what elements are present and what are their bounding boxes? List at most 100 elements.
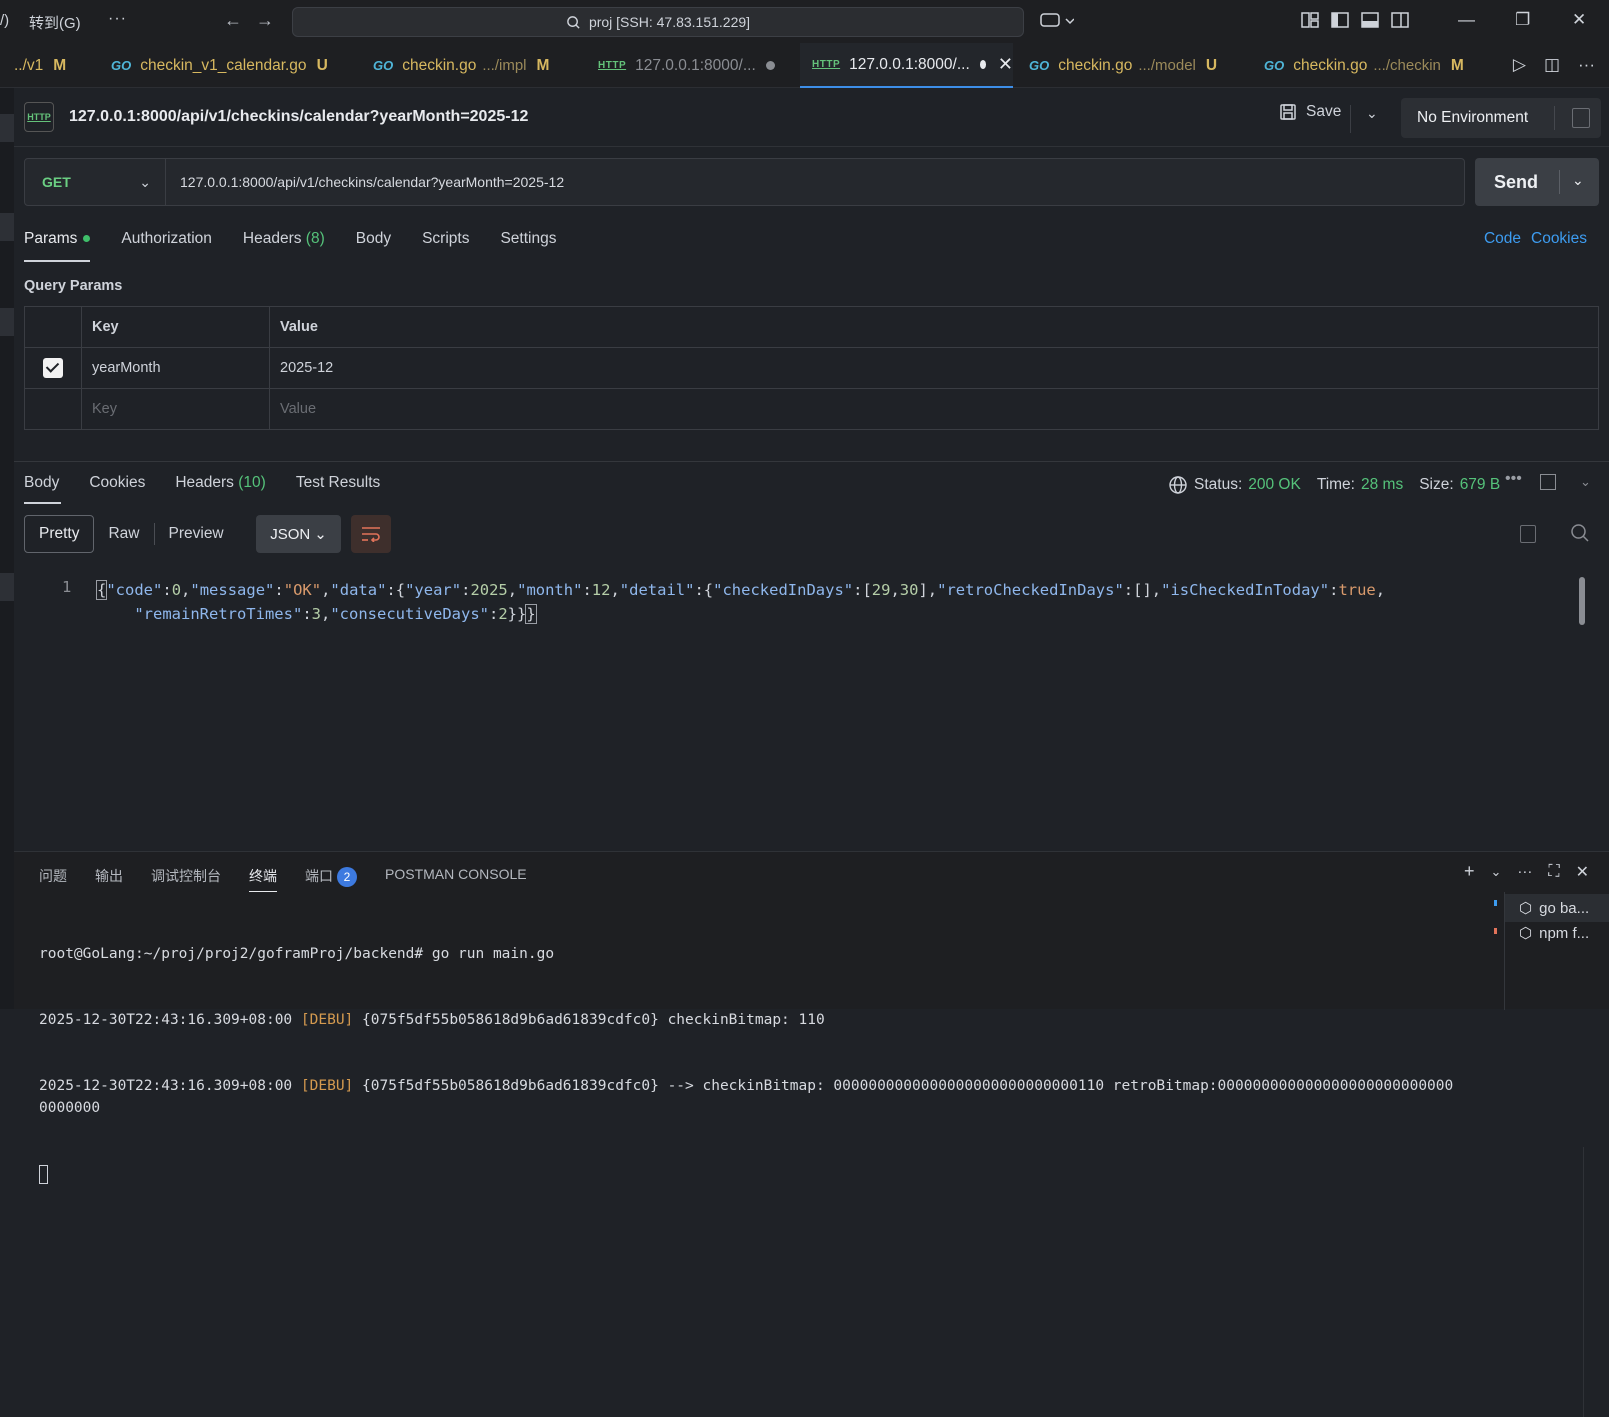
url-input[interactable]: 127.0.0.1:8000/api/v1/checkins/calendar?… [180,174,564,190]
tab-checkin-model[interactable]: GO checkin.go .../model U [1029,43,1217,88]
search-icon[interactable] [1570,523,1590,543]
terminal-item-npm[interactable]: ⬡ npm f... [1519,924,1590,943]
toggle-primary-sidebar-icon[interactable] [1330,10,1350,30]
request-title[interactable]: 127.0.0.1:8000/api/v1/checkins/calendar?… [69,108,528,126]
tab-headers[interactable]: Headers (8) [243,222,325,258]
tab-test-results[interactable]: Test Results [296,474,380,492]
param-key-cell[interactable]: yearMonth [81,347,270,389]
menu-goto[interactable]: 转到(G) [29,12,81,33]
scroll-mark [1494,900,1497,906]
send-options-chevron-down-icon[interactable]: ⌄ [1572,172,1584,189]
close-window-icon[interactable]: ✕ [1572,10,1586,30]
time-value[interactable]: 28 ms [1361,476,1403,494]
terminal-line: root@GoLang:~/proj/proj2/goframProj/back… [39,946,555,962]
tab-badge: M [536,56,550,74]
run-icon[interactable]: ▷ [1513,55,1526,75]
tab-http-request-2[interactable]: HTTP 127.0.0.1:8000/... ✕ [800,43,1013,88]
tab-settings[interactable]: Settings [500,222,556,258]
restore-icon[interactable]: ❐ [1515,10,1530,30]
http-file-icon: HTTP [598,59,627,71]
close-icon[interactable]: ✕ [998,54,1013,75]
request-header: HTTP 127.0.0.1:8000/api/v1/checkins/cale… [14,88,1609,147]
layout-toggle-icon[interactable] [1540,474,1556,490]
cookies-link[interactable]: Cookies [1531,230,1587,248]
method-select[interactable]: GET ⌄ [25,159,166,205]
tab-problems[interactable]: 问题 [39,866,67,887]
tab-ports[interactable]: 端口 2 [305,866,357,887]
tab-label: 127.0.0.1:8000/... [635,56,756,74]
headers-count: (8) [305,230,325,247]
status-value[interactable]: 200 OK [1248,476,1301,494]
log-level: [DEBU] [300,1078,354,1094]
gutter-mark [0,308,14,336]
go-file-icon: GO [373,58,394,73]
tab-terminal[interactable]: 终端 [249,866,277,892]
view-preview-button[interactable]: Preview [155,515,238,553]
environment-quick-look-icon[interactable] [1572,108,1590,128]
tab-http-request-1[interactable]: HTTP 127.0.0.1:8000/... [598,43,775,88]
tab-v1[interactable]: ../v1 M [14,43,66,88]
globe-icon[interactable] [1168,475,1188,495]
param-value-cell[interactable]: 2025-12 [269,347,1599,389]
tab-postman-console[interactable]: POSTMAN CONSOLE [385,866,527,887]
tab-authorization[interactable]: Authorization [121,222,211,258]
tab-checkin-v1-calendar[interactable]: GO checkin_v1_calendar.go U [111,43,328,88]
environment-selector[interactable]: No Environment [1401,98,1601,138]
view-raw-button[interactable]: Raw [94,515,153,553]
new-key-input[interactable]: Key [81,388,270,430]
response-more-icon[interactable]: ••• [1505,470,1522,488]
size-value[interactable]: 679 B [1460,476,1501,494]
collapse-chevron-down-icon[interactable]: ⌄ [1580,474,1591,490]
terminal-item-label: npm f... [1539,924,1590,942]
param-checkbox[interactable] [43,358,63,378]
more-actions-icon[interactable]: ··· [1578,55,1595,75]
tab-debug-console[interactable]: 调试控制台 [151,866,221,887]
tab-body[interactable]: Body [356,222,391,258]
tab-response-headers[interactable]: Headers (10) [175,474,265,492]
tab-response-cookies[interactable]: Cookies [89,474,145,492]
terminal-output[interactable]: root@GoLang:~/proj/proj2/goframProj/back… [39,899,1459,1229]
view-pretty-button[interactable]: Pretty [24,515,95,553]
save-label: Save [1306,103,1342,120]
copilot-icon[interactable] [1040,11,1075,35]
params-active-dot [83,235,91,243]
response-divider[interactable] [14,461,1609,462]
back-arrow-icon[interactable]: ← [224,10,242,31]
split-editor-icon[interactable]: ◫ [1544,55,1560,75]
tab-checkin-checkin[interactable]: GO checkin.go .../checkin M [1264,43,1464,88]
tab-params[interactable]: Params [24,222,91,262]
tab-scripts[interactable]: Scripts [422,222,469,258]
code-link[interactable]: Code [1484,230,1521,248]
format-select[interactable]: JSON ⌄ [256,515,341,553]
maximize-panel-icon[interactable]: ⛶ [1548,863,1559,881]
save-button[interactable]: Save [1279,103,1341,121]
more-actions-icon[interactable]: ··· [1517,863,1532,880]
forward-arrow-icon[interactable]: → [256,10,274,31]
send-button[interactable]: Send ⌄ [1475,158,1599,206]
terminal-item-go[interactable]: ⬡ go ba... [1505,894,1609,922]
toggle-secondary-sidebar-icon[interactable] [1390,10,1410,30]
save-options-chevron-down-icon[interactable]: ⌄ [1366,105,1378,122]
terminal-options-chevron-down-icon[interactable]: ⌄ [1490,864,1501,880]
toggle-panel-icon[interactable] [1360,10,1380,30]
tab-hint: .../model [1138,57,1196,74]
table-row-new: Key Value [24,388,1599,430]
word-wrap-button[interactable] [351,515,391,553]
close-panel-icon[interactable]: ✕ [1576,862,1589,882]
tab-response-body[interactable]: Body [24,474,62,504]
table-row: yearMonth 2025-12 [24,347,1599,389]
new-value-input[interactable]: Value [269,388,1599,430]
command-center-search[interactable]: proj [SSH: 47.83.151.229] [292,7,1024,37]
copy-icon[interactable] [1520,525,1536,543]
menu-fragment[interactable]: /) [0,12,9,29]
gutter-mark [0,114,14,142]
minimize-icon[interactable]: — [1458,10,1475,30]
new-terminal-plus-icon[interactable]: + [1464,861,1475,882]
tab-checkin-impl[interactable]: GO checkin.go .../impl M [373,43,549,88]
menu-more-button[interactable]: ··· [108,10,127,28]
response-body-editor[interactable]: 1 {"code":0,"message":"OK","data":{"year… [14,570,1589,1417]
customize-layout-icon[interactable] [1300,10,1320,30]
tab-output[interactable]: 输出 [95,866,123,887]
chevron-down-icon: ⌄ [314,526,327,543]
vertical-scrollbar[interactable] [1579,577,1585,625]
